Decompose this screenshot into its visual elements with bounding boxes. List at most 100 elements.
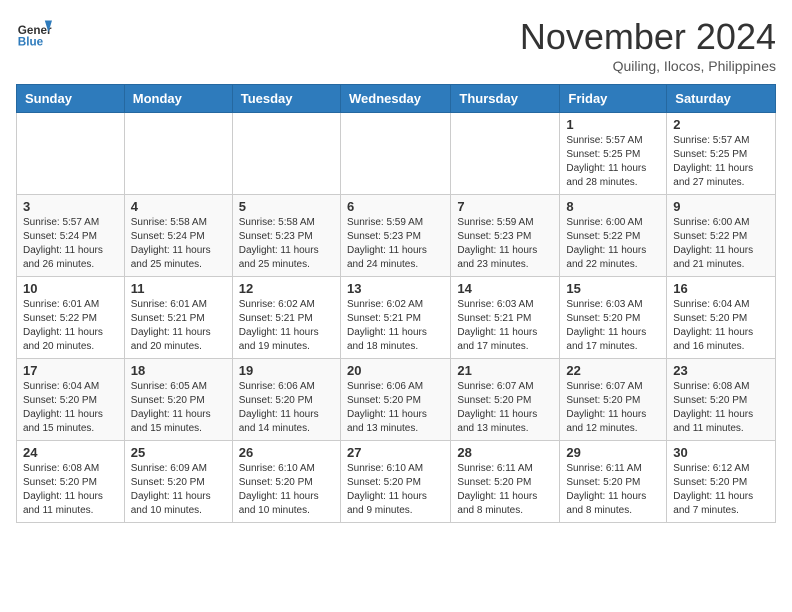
calendar-cell: 2Sunrise: 5:57 AM Sunset: 5:25 PM Daylig…	[667, 113, 776, 195]
calendar-week-1: 1 Sunrise: 5:57 AM Sunset: 5:25 PM Daylig…	[17, 113, 776, 195]
day-number: 21	[457, 363, 553, 378]
calendar-header-row: SundayMondayTuesdayWednesdayThursdayFrid…	[17, 85, 776, 113]
logo: General Blue	[16, 16, 52, 52]
day-number: 26	[239, 445, 334, 460]
calendar-cell: 25 Sunrise: 6:09 AM Sunset: 5:20 PM Dayli…	[124, 441, 232, 523]
col-header-saturday: Saturday	[667, 85, 776, 113]
day-info: Sunrise: 5:58 AM Sunset: 5:24 PM Dayligh…	[131, 216, 226, 272]
calendar-cell: 23 Sunrise: 6:08 AM Sunset: 5:20 PM Dayli…	[667, 359, 776, 441]
calendar-week-5: 24Sunrise: 6:08 AM Sunset: 5:20 PM Dayli…	[17, 441, 776, 523]
day-number: 11	[131, 281, 226, 296]
calendar-cell: 26 Sunrise: 6:10 AM Sunset: 5:20 PM Dayli…	[232, 441, 340, 523]
calendar-cell: 6 Sunrise: 5:59 AM Sunset: 5:23 PM Daylig…	[340, 195, 450, 277]
day-info: Sunrise: 6:04 AM Sunset: 5:20 PM Dayligh…	[23, 380, 118, 436]
col-header-wednesday: Wednesday	[340, 85, 450, 113]
day-number: 2	[673, 117, 769, 132]
calendar-cell: 3 Sunrise: 5:57 AM Sunset: 5:24 PM Daylig…	[17, 195, 125, 277]
calendar-cell: 24Sunrise: 6:08 AM Sunset: 5:20 PM Dayli…	[17, 441, 125, 523]
calendar-cell	[451, 113, 560, 195]
day-info: Sunrise: 6:05 AM Sunset: 5:20 PM Dayligh…	[131, 380, 226, 436]
day-number: 28	[457, 445, 553, 460]
day-number: 13	[347, 281, 444, 296]
day-number: 4	[131, 199, 226, 214]
day-number: 22	[566, 363, 660, 378]
day-info: Sunrise: 6:07 AM Sunset: 5:20 PM Dayligh…	[566, 380, 660, 436]
page-header: General Blue November 2024 Quiling, Iloc…	[16, 16, 776, 74]
day-number: 23	[673, 363, 769, 378]
day-number: 8	[566, 199, 660, 214]
day-info: Sunrise: 6:08 AM Sunset: 5:20 PM Dayligh…	[23, 462, 118, 518]
day-info: Sunrise: 5:59 AM Sunset: 5:23 PM Dayligh…	[457, 216, 553, 272]
calendar-cell: 27 Sunrise: 6:10 AM Sunset: 5:20 PM Dayli…	[340, 441, 450, 523]
day-number: 3	[23, 199, 118, 214]
calendar-cell: 28 Sunrise: 6:11 AM Sunset: 5:20 PM Dayli…	[451, 441, 560, 523]
day-number: 17	[23, 363, 118, 378]
day-info: Sunrise: 6:00 AM Sunset: 5:22 PM Dayligh…	[566, 216, 660, 272]
calendar-cell: 13 Sunrise: 6:02 AM Sunset: 5:21 PM Dayli…	[340, 277, 450, 359]
day-info: Sunrise: 6:03 AM Sunset: 5:21 PM Dayligh…	[457, 298, 553, 354]
day-info: Sunrise: 5:59 AM Sunset: 5:23 PM Dayligh…	[347, 216, 444, 272]
calendar-cell: 18 Sunrise: 6:05 AM Sunset: 5:20 PM Dayli…	[124, 359, 232, 441]
day-number: 25	[131, 445, 226, 460]
day-number: 30	[673, 445, 769, 460]
calendar-cell: 12 Sunrise: 6:02 AM Sunset: 5:21 PM Dayli…	[232, 277, 340, 359]
calendar-cell	[124, 113, 232, 195]
day-number: 5	[239, 199, 334, 214]
month-title: November 2024	[520, 16, 776, 58]
day-number: 6	[347, 199, 444, 214]
calendar-cell: 20Sunrise: 6:06 AM Sunset: 5:20 PM Dayli…	[340, 359, 450, 441]
day-info: Sunrise: 6:07 AM Sunset: 5:20 PM Dayligh…	[457, 380, 553, 436]
calendar-cell: 17 Sunrise: 6:04 AM Sunset: 5:20 PM Dayli…	[17, 359, 125, 441]
day-info: Sunrise: 6:04 AM Sunset: 5:20 PM Dayligh…	[673, 298, 769, 354]
calendar-cell: 14 Sunrise: 6:03 AM Sunset: 5:21 PM Dayli…	[451, 277, 560, 359]
day-number: 27	[347, 445, 444, 460]
calendar-cell: 16 Sunrise: 6:04 AM Sunset: 5:20 PM Dayli…	[667, 277, 776, 359]
day-info: Sunrise: 6:02 AM Sunset: 5:21 PM Dayligh…	[239, 298, 334, 354]
day-info: Sunrise: 6:11 AM Sunset: 5:20 PM Dayligh…	[566, 462, 660, 518]
day-number: 1	[566, 117, 660, 132]
day-info: Sunrise: 6:09 AM Sunset: 5:20 PM Dayligh…	[131, 462, 226, 518]
day-number: 16	[673, 281, 769, 296]
day-number: 18	[131, 363, 226, 378]
day-info: Sunrise: 6:12 AM Sunset: 5:20 PM Dayligh…	[673, 462, 769, 518]
day-info: Sunrise: 6:02 AM Sunset: 5:21 PM Dayligh…	[347, 298, 444, 354]
day-number: 12	[239, 281, 334, 296]
day-info: Sunrise: 6:01 AM Sunset: 5:21 PM Dayligh…	[131, 298, 226, 354]
calendar-cell	[17, 113, 125, 195]
location: Quiling, Ilocos, Philippines	[520, 58, 776, 74]
day-number: 7	[457, 199, 553, 214]
calendar-cell: 1 Sunrise: 5:57 AM Sunset: 5:25 PM Daylig…	[560, 113, 667, 195]
calendar-cell: 19 Sunrise: 6:06 AM Sunset: 5:20 PM Dayli…	[232, 359, 340, 441]
calendar-cell	[340, 113, 450, 195]
calendar-week-2: 3 Sunrise: 5:57 AM Sunset: 5:24 PM Daylig…	[17, 195, 776, 277]
day-info: Sunrise: 6:01 AM Sunset: 5:22 PM Dayligh…	[23, 298, 118, 354]
day-info: Sunrise: 6:06 AM Sunset: 5:20 PM Dayligh…	[239, 380, 334, 436]
svg-text:Blue: Blue	[18, 36, 44, 49]
day-info: Sunrise: 5:57 AM Sunset: 5:24 PM Dayligh…	[23, 216, 118, 272]
day-number: 15	[566, 281, 660, 296]
day-info: Sunrise: 5:58 AM Sunset: 5:23 PM Dayligh…	[239, 216, 334, 272]
col-header-sunday: Sunday	[17, 85, 125, 113]
day-info: Sunrise: 6:08 AM Sunset: 5:20 PM Dayligh…	[673, 380, 769, 436]
calendar-cell	[232, 113, 340, 195]
day-number: 9	[673, 199, 769, 214]
day-number: 19	[239, 363, 334, 378]
col-header-tuesday: Tuesday	[232, 85, 340, 113]
day-info: Sunrise: 6:10 AM Sunset: 5:20 PM Dayligh…	[347, 462, 444, 518]
calendar-cell: 9Sunrise: 6:00 AM Sunset: 5:22 PM Daylig…	[667, 195, 776, 277]
day-number: 14	[457, 281, 553, 296]
calendar-cell: 15Sunrise: 6:03 AM Sunset: 5:20 PM Dayli…	[560, 277, 667, 359]
calendar-cell: 30 Sunrise: 6:12 AM Sunset: 5:20 PM Dayli…	[667, 441, 776, 523]
calendar-cell: 4 Sunrise: 5:58 AM Sunset: 5:24 PM Daylig…	[124, 195, 232, 277]
day-info: Sunrise: 6:11 AM Sunset: 5:20 PM Dayligh…	[457, 462, 553, 518]
calendar-cell: 8 Sunrise: 6:00 AM Sunset: 5:22 PM Daylig…	[560, 195, 667, 277]
calendar-cell: 29Sunrise: 6:11 AM Sunset: 5:20 PM Dayli…	[560, 441, 667, 523]
day-info: Sunrise: 6:10 AM Sunset: 5:20 PM Dayligh…	[239, 462, 334, 518]
calendar-cell: 11 Sunrise: 6:01 AM Sunset: 5:21 PM Dayli…	[124, 277, 232, 359]
calendar-cell: 10 Sunrise: 6:01 AM Sunset: 5:22 PM Dayli…	[17, 277, 125, 359]
col-header-friday: Friday	[560, 85, 667, 113]
calendar-cell: 21 Sunrise: 6:07 AM Sunset: 5:20 PM Dayli…	[451, 359, 560, 441]
day-info: Sunrise: 5:57 AM Sunset: 5:25 PM Dayligh…	[566, 134, 660, 190]
day-number: 10	[23, 281, 118, 296]
calendar-cell: 7 Sunrise: 5:59 AM Sunset: 5:23 PM Daylig…	[451, 195, 560, 277]
